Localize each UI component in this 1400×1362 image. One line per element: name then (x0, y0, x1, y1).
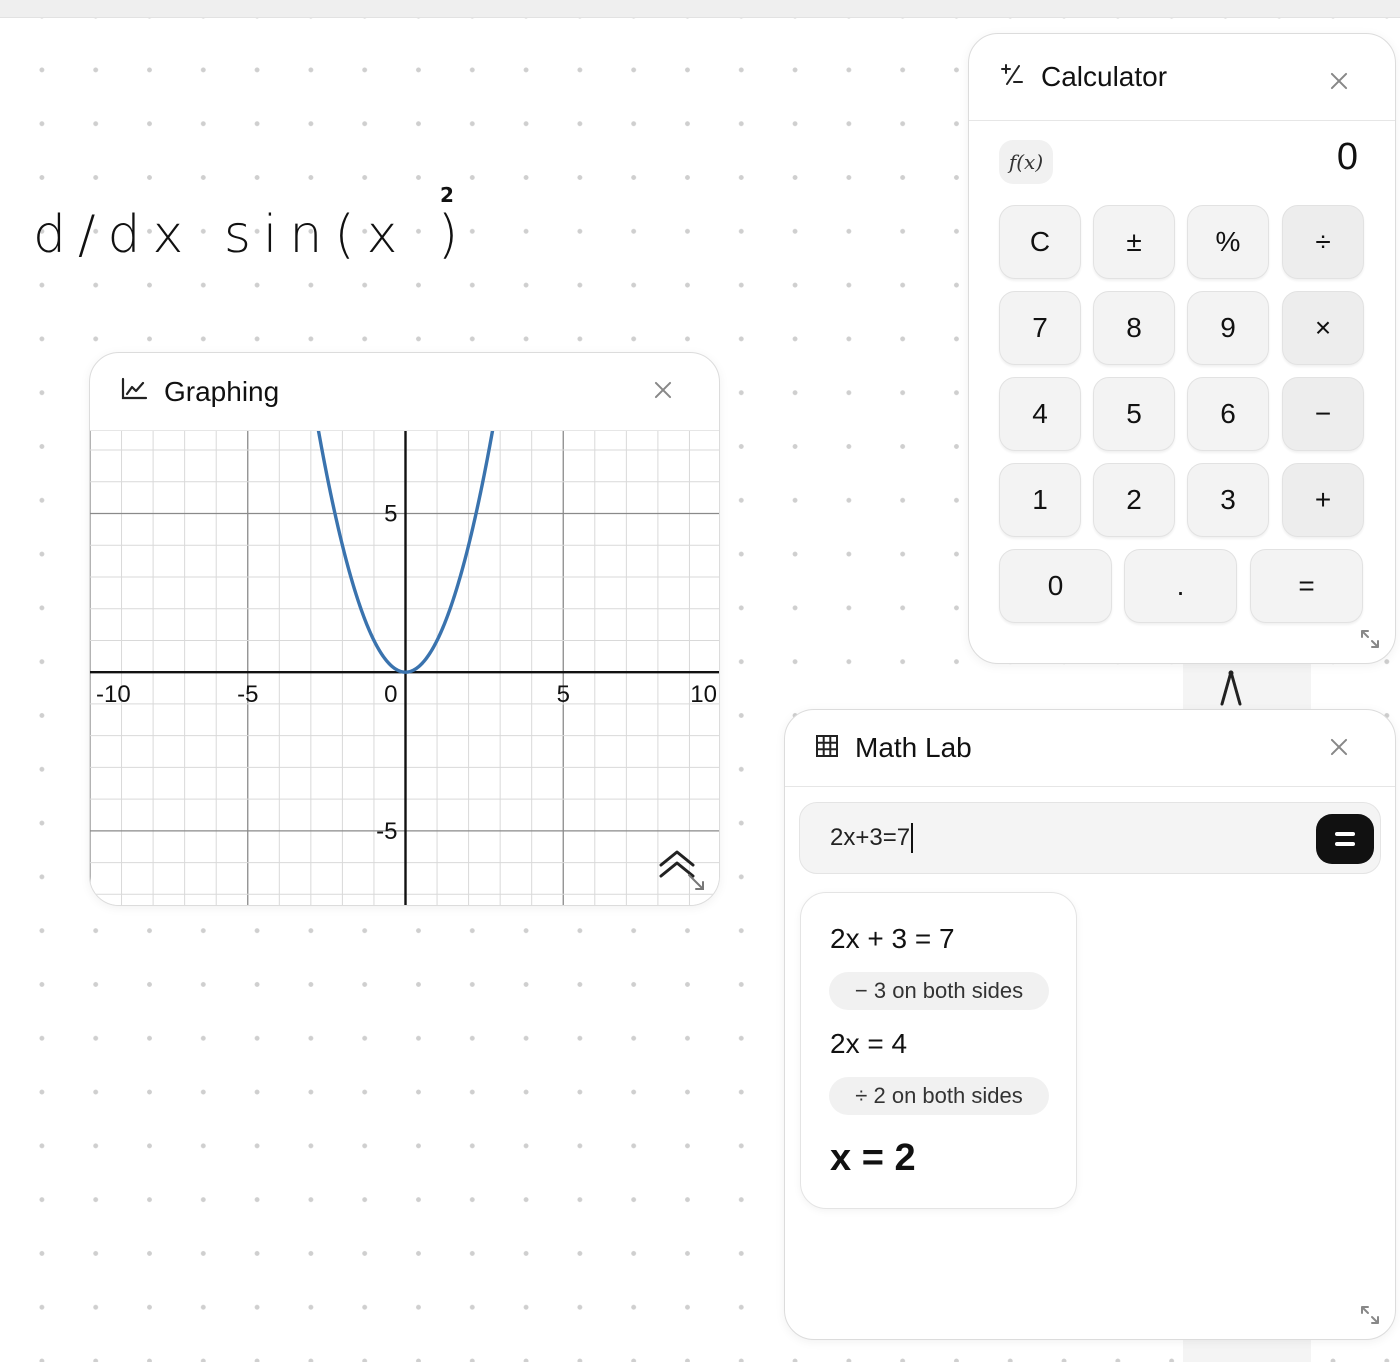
key-equals[interactable]: = (1250, 549, 1363, 623)
x-tick-label: 5 (557, 681, 570, 708)
equation-input[interactable]: 2x+3=7 (799, 802, 1381, 874)
key-3[interactable]: 3 (1187, 463, 1269, 537)
step-note-2: ÷ 2 on both sides (829, 1077, 1049, 1115)
key-8[interactable]: 8 (1093, 291, 1175, 365)
key-4[interactable]: 4 (999, 377, 1081, 451)
resize-icon[interactable] (1359, 628, 1381, 650)
text-caret (911, 823, 914, 853)
key-7[interactable]: 7 (999, 291, 1081, 365)
step-equation-2: 2x = 4 (830, 1028, 908, 1059)
step-note-1: − 3 on both sides (829, 972, 1049, 1010)
close-icon[interactable] (1324, 66, 1354, 96)
x-tick-label: 0 (384, 681, 397, 708)
x-tick-label: 10 (690, 681, 717, 708)
grid-icon (815, 734, 839, 763)
key-divide[interactable]: ÷ (1282, 205, 1364, 279)
plus-minus-icon (999, 62, 1025, 93)
graphing-header[interactable]: Graphing (90, 353, 719, 431)
key-clear[interactable]: C (999, 205, 1081, 279)
line-chart-icon (120, 377, 148, 406)
compass-icon[interactable] (1212, 668, 1250, 708)
key-5[interactable]: 5 (1093, 377, 1175, 451)
solution-steps-card: 2x + 3 = 7 − 3 on both sides 2x = 4 ÷ 2 … (800, 892, 1077, 1209)
calculator-title: Calculator (1041, 61, 1168, 92)
key-6[interactable]: 6 (1187, 377, 1269, 451)
step-equation-1: 2x + 3 = 7 (830, 923, 955, 954)
key-0[interactable]: 0 (999, 549, 1112, 623)
equation-input-value: 2x+3=7 (830, 824, 911, 851)
key-decimal[interactable]: . (1124, 549, 1237, 623)
resize-icon[interactable] (1359, 1304, 1381, 1326)
handwritten-superscript[interactable]: 2 (440, 183, 454, 207)
y-tick-label: -5 (376, 818, 397, 845)
graphing-panel[interactable]: Graphing -10 -5 0 5 10 5 -5 (89, 352, 720, 906)
graphing-title: Graphing (164, 375, 280, 407)
key-2[interactable]: 2 (1093, 463, 1175, 537)
key-plus-minus[interactable]: ± (1093, 205, 1175, 279)
calculator-header[interactable]: Calculator (969, 34, 1395, 121)
key-minus[interactable]: − (1282, 377, 1364, 451)
key-plus[interactable]: + (1282, 463, 1364, 537)
graph-plot[interactable]: -10 -5 0 5 10 5 -5 (90, 431, 720, 906)
y-tick-label: 5 (384, 501, 397, 528)
close-icon[interactable] (1324, 732, 1354, 762)
key-9[interactable]: 9 (1187, 291, 1269, 365)
step-result: x = 2 (830, 1137, 916, 1179)
solve-button[interactable] (1316, 814, 1374, 864)
close-icon[interactable] (648, 375, 678, 405)
top-bar (0, 0, 1400, 18)
key-percent[interactable]: % (1187, 205, 1269, 279)
handwritten-expression[interactable]: d/dx sin(x ) (33, 200, 513, 270)
mathlab-header[interactable]: Math Lab (785, 710, 1395, 787)
calculator-display: 0 (1336, 136, 1358, 178)
key-multiply[interactable]: × (1282, 291, 1364, 365)
mathlab-title: Math Lab (855, 732, 972, 763)
x-tick-label: -10 (96, 681, 131, 708)
x-tick-label: -5 (237, 681, 258, 708)
resize-icon[interactable] (685, 871, 707, 893)
function-mode-button[interactable]: f(x) (999, 140, 1053, 184)
key-1[interactable]: 1 (999, 463, 1081, 537)
